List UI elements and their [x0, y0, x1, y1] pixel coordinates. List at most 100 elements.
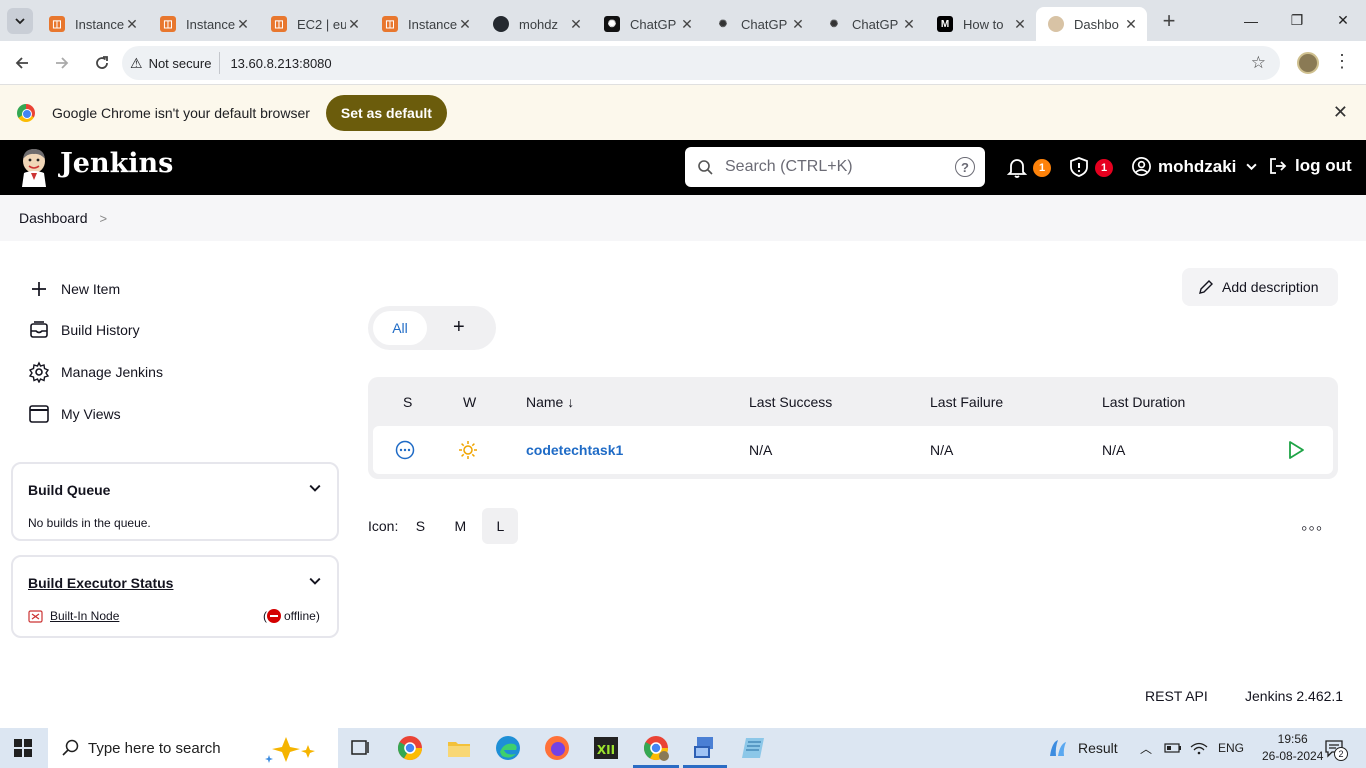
- weather-text: Result: [1078, 740, 1118, 756]
- plus-icon: [32, 282, 46, 296]
- browser-tab[interactable]: ◫ EC2 | eu ✕: [259, 7, 370, 41]
- chevron-down-icon[interactable]: [309, 482, 321, 494]
- column-header-name[interactable]: Name ↓: [526, 394, 574, 410]
- close-tab-icon[interactable]: ✕: [790, 16, 806, 33]
- jenkins-icon: [1048, 16, 1064, 32]
- notepad-icon[interactable]: [740, 734, 768, 762]
- close-tab-icon[interactable]: ✕: [901, 16, 917, 33]
- chevron-down-icon[interactable]: [1246, 161, 1258, 172]
- jenkins-version-link[interactable]: Jenkins 2.462.1: [1245, 688, 1343, 704]
- close-tab-icon[interactable]: ✕: [124, 16, 140, 33]
- icon-size-medium[interactable]: M: [442, 508, 478, 544]
- jenkins-logo-icon[interactable]: [18, 147, 50, 187]
- executor-status-title[interactable]: Build Executor Status: [28, 575, 173, 591]
- close-tab-icon[interactable]: ✕: [457, 16, 473, 33]
- browser-tab[interactable]: ◫ Instance ✕: [370, 7, 481, 41]
- add-description-button[interactable]: Add description: [1182, 268, 1338, 306]
- search-box[interactable]: Search (CTRL+K) ?: [685, 147, 985, 187]
- browser-tab[interactable]: ✺ ChatGP ✕: [703, 7, 814, 41]
- sidebar-item-my-views[interactable]: My Views: [28, 403, 121, 425]
- back-button[interactable]: [4, 45, 40, 81]
- restore-button[interactable]: ❐: [1274, 0, 1320, 41]
- taskbar-search-input[interactable]: Type here to search: [88, 740, 221, 757]
- new-tab-button[interactable]: +: [1155, 7, 1183, 35]
- browser-tab[interactable]: mohdz ✕: [481, 7, 592, 41]
- close-tab-icon[interactable]: ✕: [235, 16, 251, 33]
- profile-avatar[interactable]: [1297, 52, 1319, 74]
- security-indicator[interactable]: ⚠ Not secure: [130, 52, 221, 74]
- file-explorer-icon[interactable]: [445, 734, 473, 762]
- chevron-right-icon[interactable]: >: [100, 211, 108, 226]
- rest-api-link[interactable]: REST API: [1145, 688, 1208, 704]
- close-tab-icon[interactable]: ✕: [1123, 16, 1139, 33]
- build-queue-title[interactable]: Build Queue: [28, 482, 110, 498]
- github-icon: [493, 16, 509, 32]
- icon-size-small[interactable]: S: [402, 508, 438, 544]
- jenkins-title[interactable]: Jenkins: [60, 148, 173, 179]
- add-view-button[interactable]: +: [453, 316, 465, 339]
- chrome-profile-taskbar-icon[interactable]: [642, 734, 670, 762]
- close-tab-icon[interactable]: ✕: [346, 16, 362, 33]
- weather-widget[interactable]: Result: [1046, 728, 1118, 768]
- battery-icon[interactable]: [1164, 742, 1182, 754]
- remote-desktop-icon[interactable]: [691, 734, 719, 762]
- browser-menu-icon[interactable]: ⋮: [1333, 51, 1351, 72]
- browser-tab-active[interactable]: Dashbo ✕: [1036, 7, 1147, 41]
- notifications-button[interactable]: [1006, 156, 1028, 183]
- column-header-last-failure[interactable]: Last Failure: [930, 394, 1003, 410]
- column-header-last-success[interactable]: Last Success: [749, 394, 832, 410]
- close-tab-icon[interactable]: ✕: [1012, 16, 1028, 33]
- tab-search-button[interactable]: [7, 7, 33, 34]
- chevron-down-icon[interactable]: [309, 575, 321, 587]
- job-name-link[interactable]: codetechtask1: [526, 442, 623, 458]
- username[interactable]: mohdzaki: [1158, 157, 1236, 177]
- built-in-node-link[interactable]: Built-In Node: [50, 609, 119, 623]
- close-icon[interactable]: ✕: [1333, 102, 1348, 123]
- forward-button[interactable]: [44, 45, 80, 81]
- logout-button[interactable]: log out: [1268, 156, 1352, 176]
- chrome-taskbar-icon[interactable]: [396, 734, 424, 762]
- notification-center-button[interactable]: 2: [1324, 738, 1348, 763]
- reload-button[interactable]: [84, 45, 120, 81]
- security-button[interactable]: [1068, 156, 1090, 183]
- browser-tab[interactable]: ✺ ChatGP ✕: [592, 7, 703, 41]
- set-default-button[interactable]: Set as default: [325, 94, 447, 131]
- close-window-button[interactable]: ✕: [1320, 0, 1366, 41]
- user-menu[interactable]: mohdzaki: [1131, 156, 1258, 177]
- sidebar-item-manage-jenkins[interactable]: Manage Jenkins: [28, 361, 163, 383]
- taskbar-search-box[interactable]: Type here to search: [48, 728, 338, 768]
- windows-start-icon[interactable]: [14, 739, 32, 757]
- minimize-button[interactable]: —: [1228, 0, 1274, 41]
- breadcrumb-dashboard[interactable]: Dashboard: [19, 210, 88, 226]
- more-options-icon[interactable]: ◦◦◦: [1301, 518, 1323, 539]
- browser-tab[interactable]: ◫ Instance ✕: [148, 7, 259, 41]
- close-tab-icon[interactable]: ✕: [568, 16, 584, 33]
- browser-tab[interactable]: ✺ ChatGP ✕: [814, 7, 925, 41]
- column-header-weather[interactable]: W: [463, 394, 476, 410]
- close-tab-icon[interactable]: ✕: [679, 16, 695, 33]
- chevron-up-icon[interactable]: ︿: [1140, 740, 1152, 757]
- sidebar-item-build-history[interactable]: Build History: [28, 319, 140, 341]
- browser-tab[interactable]: ◫ Instance ✕: [37, 7, 148, 41]
- column-header-status[interactable]: S: [403, 394, 412, 410]
- task-view-icon[interactable]: [346, 734, 374, 762]
- column-header-last-duration[interactable]: Last Duration: [1102, 394, 1185, 410]
- language-indicator[interactable]: ENG: [1218, 741, 1244, 755]
- pencil-icon: [1199, 280, 1213, 294]
- search-input[interactable]: Search (CTRL+K): [725, 158, 955, 176]
- taskbar-clock[interactable]: 19:56 26-08-2024: [1262, 731, 1323, 765]
- edge-icon[interactable]: [494, 734, 522, 762]
- address-bar[interactable]: ⚠ Not secure 13.60.8.213:8080 ☆: [122, 46, 1280, 80]
- url-text[interactable]: 13.60.8.213:8080: [230, 56, 331, 71]
- sidebar-item-new-item[interactable]: New Item: [28, 278, 120, 300]
- help-icon[interactable]: ?: [955, 157, 975, 177]
- play-icon[interactable]: [1287, 440, 1305, 460]
- tab-all[interactable]: All: [373, 311, 427, 345]
- browser-tab[interactable]: M How to ✕: [925, 7, 1036, 41]
- bookmark-star-icon[interactable]: ☆: [1251, 53, 1266, 73]
- wifi-icon[interactable]: [1190, 741, 1208, 755]
- firefox-icon[interactable]: [543, 734, 571, 762]
- mobaxterm-icon[interactable]: XII: [592, 734, 620, 762]
- chrome-icon: [17, 103, 35, 122]
- icon-size-large[interactable]: L: [482, 508, 519, 544]
